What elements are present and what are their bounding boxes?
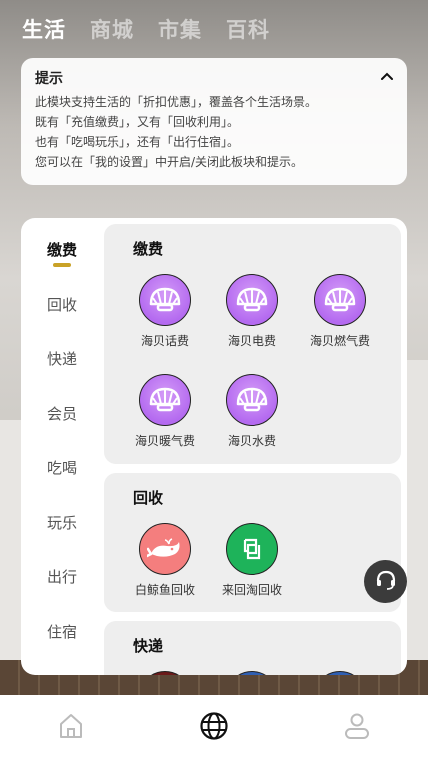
tab-life[interactable]: 生活 <box>22 14 66 44</box>
section-recycle: 回收 白鲸鱼回收 来回淘回收 <box>104 473 401 612</box>
shell-icon <box>139 274 191 326</box>
section-express: 快递 <box>104 621 401 675</box>
service-label: 海贝电费 <box>227 334 276 348</box>
section-title: 缴费 <box>133 240 164 258</box>
shell-icon <box>314 274 366 326</box>
service-label: 海贝水费 <box>227 434 276 448</box>
sidebar-item-payment[interactable]: 缴费 <box>21 234 103 264</box>
courier-logo-icon <box>314 671 366 675</box>
service-label: 海贝燃气费 <box>309 334 370 348</box>
service-express-3[interactable] <box>296 671 384 675</box>
category-panel: 缴费 回收 快递 会员 吃喝 玩乐 出行 住宿 缴费 海贝话费 海贝电费 海贝燃… <box>21 218 407 675</box>
sidebar-item-express[interactable]: 快递 <box>21 343 103 373</box>
sidebar-item-food[interactable]: 吃喝 <box>21 452 103 482</box>
globe-icon <box>199 711 229 745</box>
section-payment: 缴费 海贝话费 海贝电费 海贝燃气费 海贝暖气费 海贝水费 <box>104 224 401 464</box>
sidebar-item-travel[interactable]: 出行 <box>21 561 103 591</box>
nav-home[interactable] <box>41 703 101 753</box>
active-indicator <box>53 263 71 267</box>
nav-profile[interactable] <box>327 703 387 753</box>
nav-globe[interactable] <box>184 703 244 753</box>
service-express-2[interactable] <box>208 671 296 675</box>
profile-icon <box>343 712 371 744</box>
tip-title: 提示 <box>35 71 63 87</box>
service-express-1[interactable] <box>121 671 209 675</box>
service-whale-recycle[interactable]: 白鲸鱼回收 <box>121 523 209 598</box>
home-icon <box>57 712 85 744</box>
service-label: 来回淘回收 <box>221 583 282 597</box>
tip-card: 提示 此模块支持生活的「折扣优惠」，覆盖各个生活场景。 既有「充值缴费」，又有「… <box>21 58 407 185</box>
sidebar-item-fun[interactable]: 玩乐 <box>21 507 103 537</box>
service-label: 海贝话费 <box>140 334 189 348</box>
service-gas-bill[interactable]: 海贝燃气费 <box>296 274 384 349</box>
shell-icon <box>226 274 278 326</box>
service-laihuitao-recycle[interactable]: 来回淘回收 <box>208 523 296 598</box>
sidebar-item-recycle[interactable]: 回收 <box>21 289 103 319</box>
tab-encyclopedia[interactable]: 百科 <box>226 14 270 44</box>
courier-logo-icon <box>226 671 278 675</box>
tip-line: 此模块支持生活的「折扣优惠」，覆盖各个生活场景。 <box>35 95 318 109</box>
whale-icon <box>139 523 191 575</box>
section-title: 回收 <box>133 489 164 507</box>
tab-mall[interactable]: 商城 <box>90 14 134 44</box>
service-heating-bill[interactable]: 海贝暖气费 <box>121 374 209 449</box>
tab-market[interactable]: 市集 <box>158 14 202 44</box>
shell-icon <box>226 374 278 426</box>
sidebar-item-hotel[interactable]: 住宿 <box>21 616 103 646</box>
shell-icon <box>139 374 191 426</box>
category-content: 缴费 海贝话费 海贝电费 海贝燃气费 海贝暖气费 海贝水费 回收 白鲸鱼回收 来… <box>104 224 401 675</box>
service-phone-bill[interactable]: 海贝话费 <box>121 274 209 349</box>
tip-line: 您可以在「我的设置」中开启/关闭此板块和提示。 <box>35 155 304 169</box>
top-tabs: 生活 商城 市集 百科 <box>22 14 270 44</box>
customer-service-button[interactable] <box>364 560 407 603</box>
recycle-box-icon <box>226 523 278 575</box>
tip-line: 也有「吃喝玩乐」，还有「出行住宿」。 <box>35 135 240 149</box>
chevron-up-icon[interactable] <box>379 68 395 84</box>
sidebar-item-membership[interactable]: 会员 <box>21 398 103 428</box>
service-electric-bill[interactable]: 海贝电费 <box>208 274 296 349</box>
section-title: 快递 <box>133 637 164 655</box>
tip-line: 既有「充值缴费」，又有「回收利用」。 <box>35 115 240 129</box>
service-water-bill[interactable]: 海贝水费 <box>208 374 296 449</box>
headset-icon <box>374 568 398 596</box>
courier-logo-icon <box>139 671 191 675</box>
bottom-nav <box>0 695 428 761</box>
category-sidebar: 缴费 回收 快递 会员 吃喝 玩乐 出行 住宿 <box>21 218 103 675</box>
service-label: 白鲸鱼回收 <box>134 583 195 597</box>
service-label: 海贝暖气费 <box>134 434 195 448</box>
